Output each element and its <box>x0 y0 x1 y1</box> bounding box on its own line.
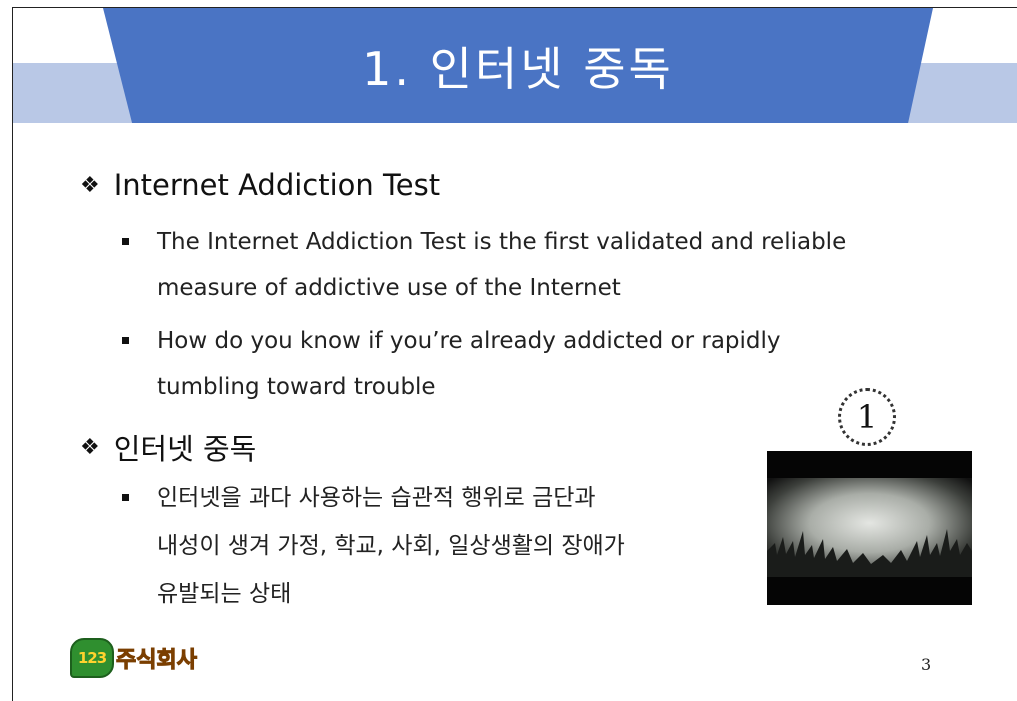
media-number-badge: 1 <box>838 388 896 446</box>
bullet-line: 인터넷을 과다 사용하는 습관적 행위로 금단과 <box>157 485 596 511</box>
company-logo: 123 주식회사 <box>70 638 197 678</box>
section-heading-internet-addiction: ❖ 인터넷 중독 <box>80 426 256 468</box>
video-thumbnail-grass-icon <box>767 451 972 605</box>
bullet-line: measure of addictive use of the Internet <box>157 275 621 301</box>
section-heading-internet-addiction-test: ❖ Internet Addiction Test <box>80 168 440 202</box>
page-number: 3 <box>921 655 932 674</box>
title-band-left <box>13 63 133 123</box>
bullet-line: tumbling toward trouble <box>157 374 436 400</box>
video-thumbnail[interactable] <box>767 451 972 605</box>
slide-title: 1. 인터넷 중독 <box>362 41 674 96</box>
section-heading-text: 인터넷 중독 <box>113 432 257 466</box>
title-banner: 1. 인터넷 중독 <box>103 8 933 123</box>
bullet-item: 인터넷을 과다 사용하는 습관적 행위로 금단과 내성이 생겨 가정, 학교, … <box>122 474 762 618</box>
bullet-line: The Internet Addiction Test is the first… <box>157 229 847 255</box>
square-bullet-icon <box>122 238 129 245</box>
bullet-item: How do you know if you’re already addict… <box>122 318 902 410</box>
section-heading-text: Internet Addiction Test <box>113 168 441 202</box>
diamond-bullet-icon: ❖ <box>80 434 100 460</box>
square-bullet-icon <box>122 494 129 501</box>
bullet-line: How do you know if you’re already addict… <box>157 328 781 354</box>
bullet-item: The Internet Addiction Test is the first… <box>122 219 902 311</box>
logo-badge: 123 <box>70 638 114 678</box>
logo-text: 주식회사 <box>116 648 198 674</box>
diamond-bullet-icon: ❖ <box>80 172 100 198</box>
bullet-line: 내성이 생겨 가정, 학교, 사회, 일상생활의 장애가 <box>157 533 625 559</box>
square-bullet-icon <box>122 337 129 344</box>
bullet-line: 유발되는 상태 <box>157 581 292 607</box>
